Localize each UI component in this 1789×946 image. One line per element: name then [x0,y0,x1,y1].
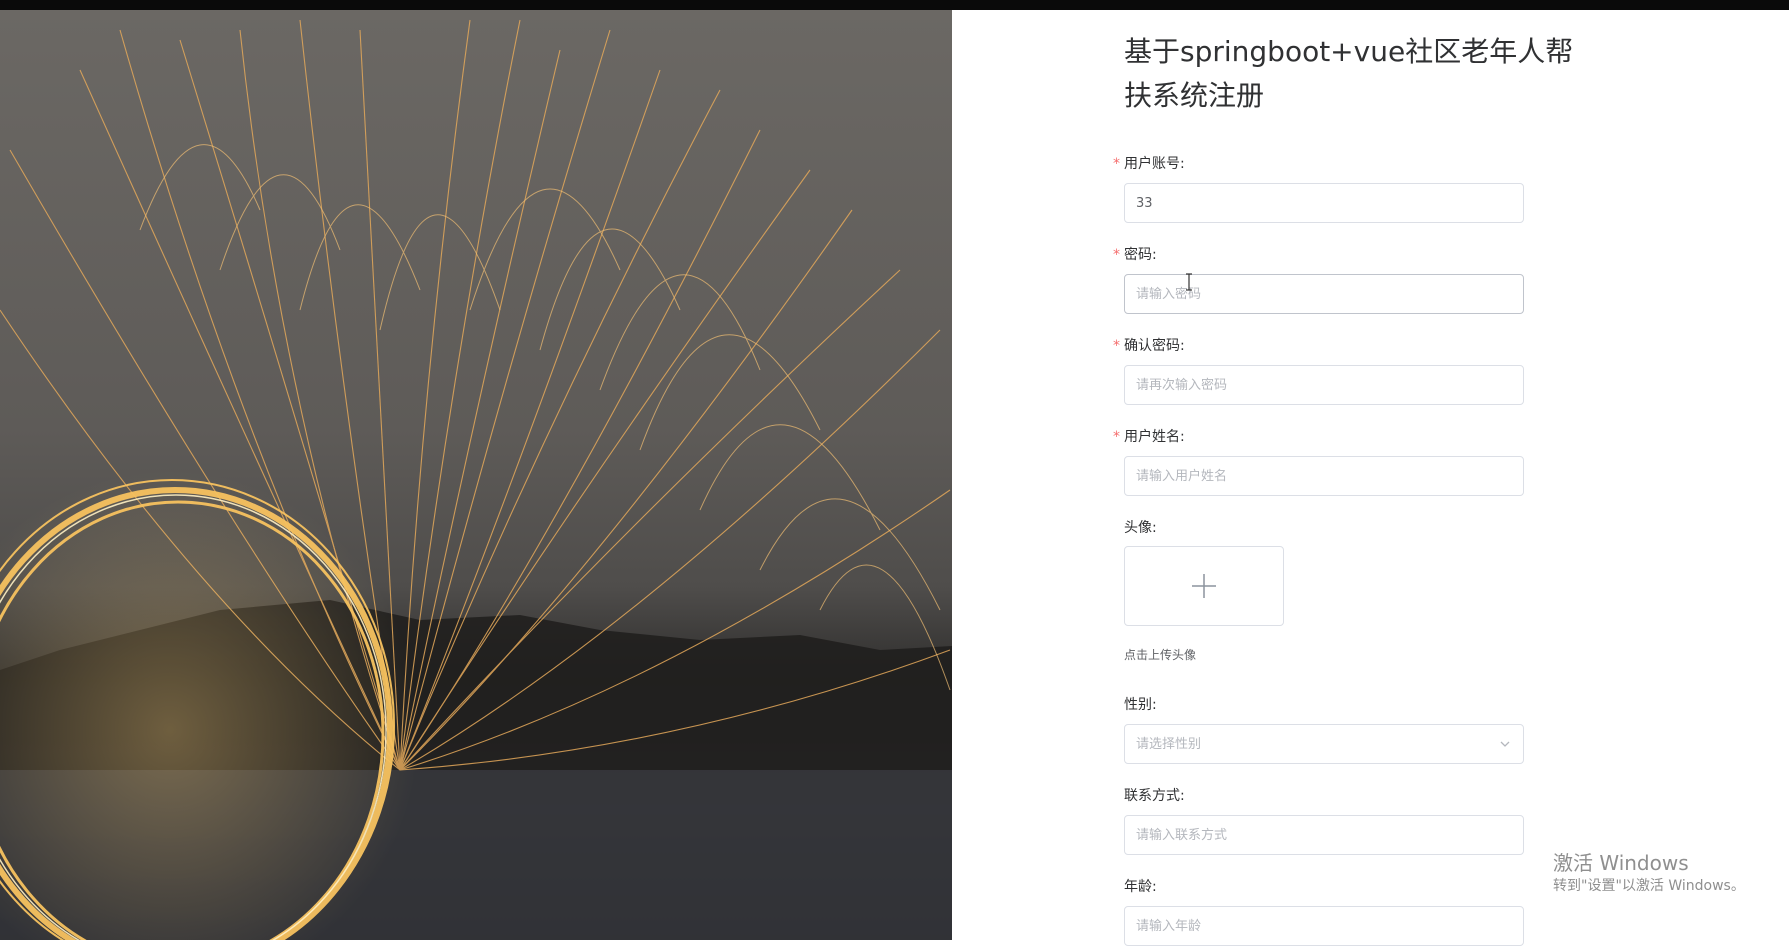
password-label: * 密码: [1113,246,1524,264]
plus-icon [1192,574,1216,598]
account-field: * 用户账号: [1113,155,1524,223]
password-label-text: 密码: [1124,247,1157,263]
user-name-label: * 用户姓名: [1113,428,1524,446]
user-name-field: * 用户姓名: [1113,428,1524,496]
age-label: 年龄: [1124,879,1157,895]
gender-select-input[interactable] [1125,725,1506,763]
required-mark: * [1113,338,1120,354]
confirm-password-input[interactable] [1125,366,1506,404]
avatar-label: 头像: [1124,520,1157,536]
required-mark: * [1113,156,1120,172]
account-label-text: 用户账号: [1124,156,1185,172]
age-field: 年龄: [1124,878,1524,946]
user-name-input[interactable] [1125,457,1506,495]
account-label: * 用户账号: [1113,155,1524,173]
required-mark: * [1113,429,1120,445]
gender-field: 性别: [1124,696,1524,764]
contact-input-box [1124,815,1524,855]
gender-select[interactable] [1124,724,1524,764]
steel-wool-sparks-image [0,19,952,940]
required-mark: * [1113,247,1120,263]
confirm-password-field: * 确认密码: [1113,337,1524,405]
confirm-password-label: * 确认密码: [1113,337,1524,355]
contact-field: 联系方式: [1124,787,1524,855]
avatar-field: 头像: [1124,519,1524,537]
page-title: 基于springboot+vue社区老年人帮扶系统注册 [1124,35,1574,112]
account-input-box [1124,183,1524,223]
avatar-upload-button[interactable] [1124,546,1284,626]
text-cursor-icon [1186,273,1192,291]
confirm-password-input-box [1124,365,1524,405]
contact-input[interactable] [1125,816,1506,854]
windows-activation-watermark: 激活 Windows 转到"设置"以激活 Windows。 [1553,850,1745,896]
confirm-password-label-text: 确认密码: [1124,338,1185,354]
chevron-down-icon [1500,741,1510,747]
user-name-label-text: 用户姓名: [1124,429,1185,445]
gender-label: 性别: [1124,697,1157,713]
watermark-line2: 转到"设置"以激活 Windows。 [1553,878,1745,894]
age-input-box [1124,906,1524,946]
background-photo [0,10,952,940]
top-strip [0,0,1789,10]
avatar-upload-tip: 点击上传头像 [1124,648,1197,662]
account-input[interactable] [1125,184,1506,222]
user-name-input-box [1124,456,1524,496]
age-input[interactable] [1125,907,1506,945]
register-form-panel: 基于springboot+vue社区老年人帮扶系统注册 * 用户账号: * 密码… [952,10,1789,946]
password-input[interactable] [1125,275,1506,313]
watermark-line1: 激活 Windows [1553,851,1689,875]
contact-label: 联系方式: [1124,788,1185,804]
